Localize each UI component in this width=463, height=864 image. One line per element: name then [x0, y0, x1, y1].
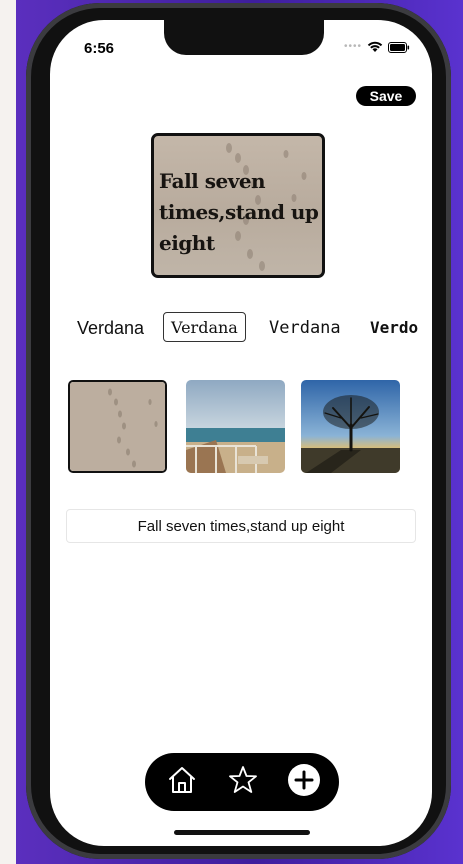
font-option-2[interactable]: Verdana — [163, 312, 246, 342]
font-option-4[interactable]: Verdo — [362, 312, 426, 342]
home-tab-button[interactable] — [162, 762, 202, 802]
star-icon — [227, 764, 259, 801]
background-thumb-tree[interactable] — [301, 380, 400, 473]
background-thumb-beach[interactable] — [186, 380, 285, 473]
notch — [164, 20, 324, 55]
quote-preview-card: Fall seven times,stand up eight — [151, 133, 325, 278]
preview-quote-text: Fall seven times,stand up eight — [159, 169, 319, 255]
background-thumb-sand[interactable] — [68, 380, 167, 473]
font-option-1[interactable]: Verdana — [69, 312, 152, 342]
battery-icon — [388, 41, 410, 53]
tree-sunset-image — [301, 380, 400, 473]
phone-frame: 6:56 •••• Save Fall seven times,stand up… — [26, 3, 451, 859]
plus-circle-icon — [287, 763, 321, 802]
home-icon — [166, 764, 198, 801]
save-button[interactable]: Save — [356, 86, 416, 106]
app-screen: 6:56 •••• Save Fall seven times,stand up… — [50, 20, 432, 846]
font-selector[interactable]: Verdana Verdana Verdana Verdo — [50, 310, 432, 344]
font-option-3[interactable]: Verdana — [261, 312, 349, 342]
status-icons: •••• — [344, 41, 410, 53]
home-indicator[interactable] — [174, 830, 310, 835]
add-tab-button[interactable] — [284, 762, 324, 802]
signal-icon: •••• — [343, 41, 362, 52]
quote-input-field[interactable] — [66, 509, 416, 543]
sand-footprints-image — [70, 382, 165, 471]
bottom-tab-bar — [145, 753, 339, 811]
beach-boardwalk-image — [186, 380, 285, 473]
wifi-icon — [367, 41, 383, 53]
status-time: 6:56 — [84, 40, 115, 57]
favorites-tab-button[interactable] — [223, 762, 263, 802]
